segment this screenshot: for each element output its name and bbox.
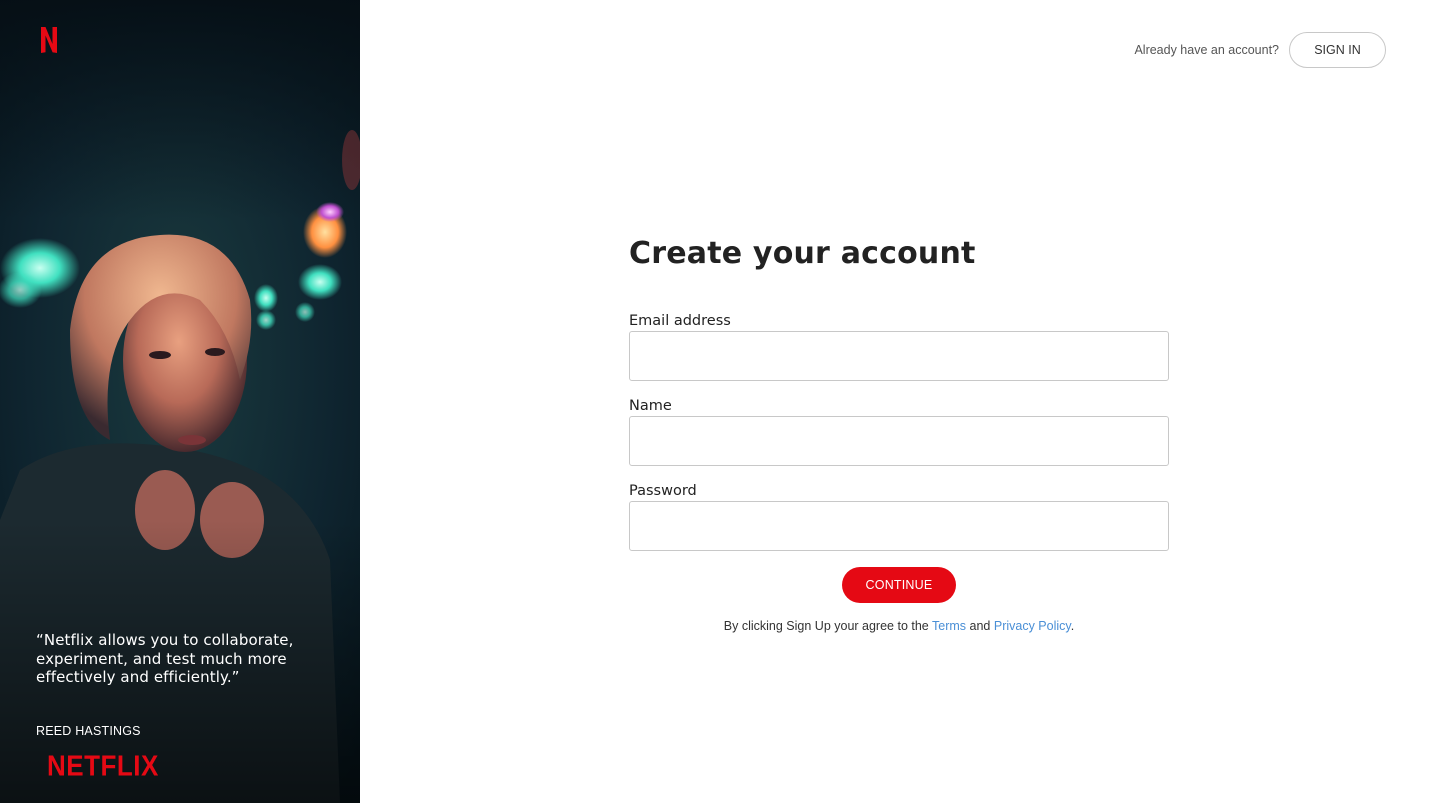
continue-wrap: CONTINUE bbox=[629, 567, 1169, 603]
terms-prefix: By clicking Sign Up your agree to the bbox=[723, 619, 929, 633]
terms-and: and bbox=[969, 619, 991, 633]
name-label: Name bbox=[629, 398, 672, 414]
email-input[interactable] bbox=[629, 331, 1169, 381]
terms-link[interactable]: Terms bbox=[932, 619, 966, 633]
have-account-text: Already have an account? bbox=[1134, 43, 1279, 57]
password-input[interactable] bbox=[629, 501, 1169, 551]
netflix-wordmark-logo: NETFLIX bbox=[47, 749, 159, 782]
testimonial-author: REED HASTINGS bbox=[36, 724, 141, 738]
terms-suffix: . bbox=[1070, 619, 1075, 633]
netflix-n-logo-icon[interactable] bbox=[41, 27, 57, 53]
sign-in-button[interactable]: SIGN IN bbox=[1289, 32, 1386, 68]
continue-button[interactable]: CONTINUE bbox=[842, 567, 956, 603]
signup-page: “Netflix allows you to collaborate, expe… bbox=[0, 0, 1438, 803]
password-label: Password bbox=[629, 483, 697, 499]
privacy-policy-link[interactable]: Privacy Policy bbox=[994, 619, 1071, 633]
email-label: Email address bbox=[629, 313, 731, 329]
password-field-group: Password bbox=[629, 483, 1169, 551]
testimonial-quote: “Netflix allows you to collaborate, expe… bbox=[36, 631, 294, 686]
name-field-group: Name bbox=[629, 398, 1169, 466]
email-field-group: Email address bbox=[629, 313, 1169, 381]
terms-notice: By clicking Sign Up your agree to the Te… bbox=[629, 619, 1169, 633]
page-title: Create your account bbox=[629, 236, 976, 271]
signup-form: Create your account Email address Name P… bbox=[629, 236, 1169, 633]
side-panel: “Netflix allows you to collaborate, expe… bbox=[0, 0, 360, 803]
name-input[interactable] bbox=[629, 416, 1169, 466]
top-bar: Already have an account? SIGN IN bbox=[1134, 32, 1386, 68]
